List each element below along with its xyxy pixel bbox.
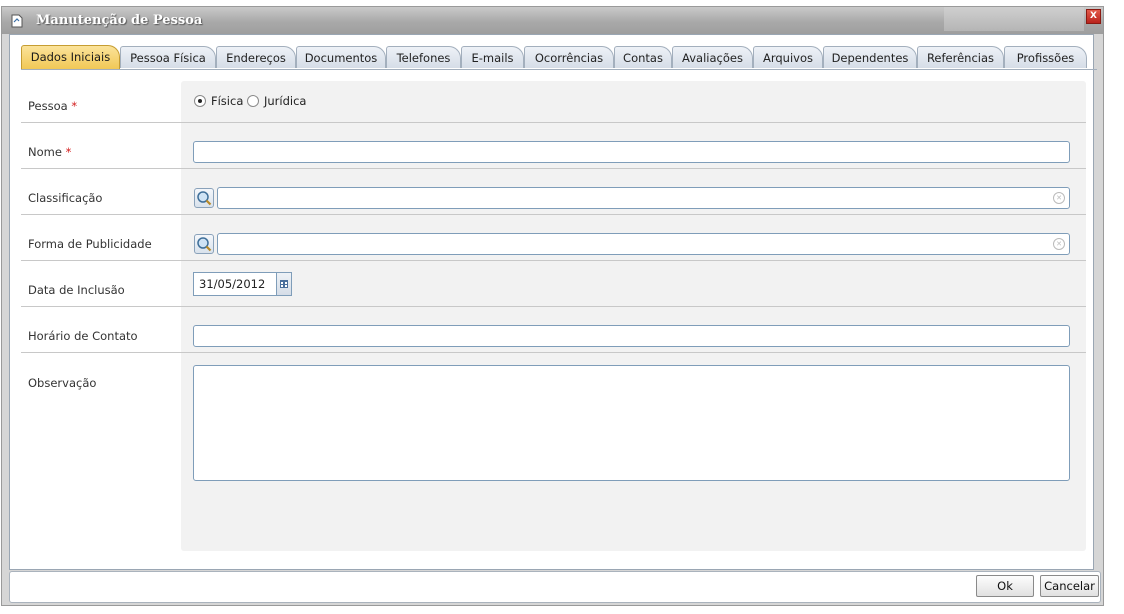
row-divider [21,168,1086,169]
radio-juridica[interactable] [247,95,259,107]
tab-arquivos[interactable]: Arquivos [753,46,823,68]
horario-contato-label: Horário de Contato [28,329,138,343]
classificacao-label: Classificação [28,191,103,205]
ok-button[interactable]: Ok [976,575,1034,597]
forma-publicidade-label: Forma de Publicidade [28,237,152,251]
data-inclusao-label: Data de Inclusão [28,283,125,297]
cancel-button[interactable]: Cancelar [1040,575,1099,597]
calendar-button[interactable] [276,273,291,295]
calendar-icon [280,280,288,288]
document-icon [11,14,23,28]
tab-dependentes[interactable]: Dependentes [823,46,917,68]
forma-publicidade-lookup-button[interactable] [194,234,214,254]
tab-documentos[interactable]: Documentos [296,46,386,68]
magnifier-icon [197,237,212,252]
data-inclusao-value: 31/05/2012 [199,277,266,291]
button-bar: Ok Cancelar [9,571,1101,603]
radio-fisica[interactable] [194,95,206,107]
tab-referencias[interactable]: Referências [917,46,1004,68]
tab-dados-iniciais[interactable]: Dados Iniciais [21,45,120,69]
tab-underline [21,69,1097,70]
tab-panel: Dados Iniciais Pessoa Física Endereços D… [9,34,1097,570]
tab-strip: Dados Iniciais Pessoa Física Endereços D… [21,43,1106,69]
horario-contato-input[interactable] [193,325,1070,347]
tab-avaliacoes[interactable]: Avaliações [672,46,753,68]
pessoa-label: Pessoa * [28,99,78,113]
classificacao-input[interactable]: ✕ [217,187,1070,209]
required-mark: * [65,145,72,159]
close-button[interactable]: X [1086,9,1101,24]
row-divider [21,214,1086,215]
row-divider [21,306,1086,307]
clear-icon[interactable]: ✕ [1053,192,1065,204]
tab-ocorrencias[interactable]: Ocorrências [524,46,614,68]
window-title: Manutenção de Pessoa [36,13,203,28]
observacao-textarea[interactable] [193,365,1070,481]
radio-juridica-label[interactable]: Jurídica [264,94,306,108]
tab-telefones[interactable]: Telefones [386,46,461,68]
tab-contas[interactable]: Contas [614,46,672,68]
nome-label: Nome * [28,145,72,159]
tab-enderecos[interactable]: Endereços [216,46,296,68]
required-mark: * [71,99,78,113]
observacao-label: Observação [28,376,97,390]
tab-profissoes[interactable]: Profissões [1004,46,1087,68]
forma-publicidade-input[interactable]: ✕ [217,233,1070,255]
data-inclusao-input[interactable]: 31/05/2012 [193,272,292,296]
tab-pessoa-fisica[interactable]: Pessoa Física [120,46,216,68]
row-divider [21,122,1086,123]
title-bar-decoration [944,7,1084,31]
title-bar[interactable]: Manutenção de Pessoa X [2,7,1103,34]
radio-fisica-label[interactable]: Física [211,94,243,108]
row-divider [21,352,1086,353]
clear-icon[interactable]: ✕ [1053,238,1065,250]
nome-input[interactable] [193,141,1070,163]
tab-emails[interactable]: E-mails [461,46,524,68]
dialog-window: Manutenção de Pessoa X Dados Iniciais Pe… [1,6,1104,606]
row-divider [21,260,1086,261]
magnifier-icon [197,191,212,206]
classificacao-lookup-button[interactable] [194,188,214,208]
